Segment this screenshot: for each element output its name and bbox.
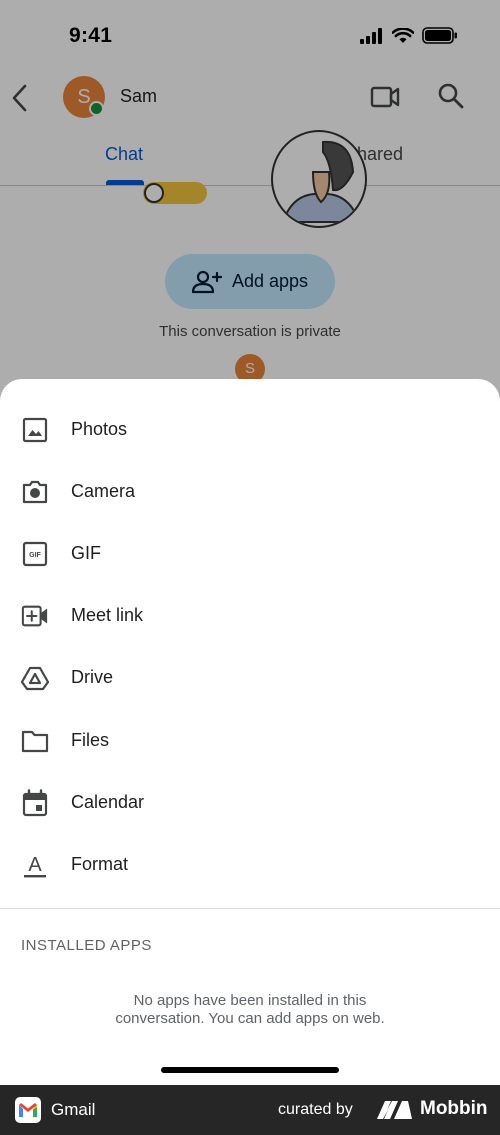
text-format-icon: A — [21, 851, 49, 879]
format-icon-letter: A — [28, 854, 42, 876]
photo-icon — [21, 416, 49, 444]
menu-item-label: Files — [71, 730, 110, 750]
menu-item-label: Camera — [71, 481, 136, 501]
menu-item-meet-link[interactable]: Meet link — [0, 585, 500, 647]
calendar-icon — [21, 789, 49, 817]
menu-item-label: Format — [71, 854, 129, 874]
gif-icon: GIF — [21, 540, 49, 568]
menu-item-label: Meet link — [71, 605, 144, 625]
menu-item-label: Photos — [71, 419, 128, 439]
menu-item-label: GIF — [71, 543, 101, 563]
video-plus-icon — [21, 602, 49, 630]
menu-item-label: Drive — [71, 667, 114, 687]
curated-by-label: curated by — [278, 1101, 353, 1118]
mobbin-logo-icon — [377, 1101, 412, 1119]
attachment-bottom-sheet: Photos Camera GIF GIF Meet link Drive Fi… — [0, 379, 500, 1085]
gmail-logo-icon — [15, 1097, 41, 1123]
gif-icon-text: GIF — [29, 552, 41, 559]
menu-item-camera[interactable]: Camera — [0, 461, 500, 523]
camera-icon — [21, 478, 49, 506]
menu-item-files[interactable]: Files — [0, 710, 500, 772]
installed-apps-empty-message: No apps have been installed in this conv… — [115, 992, 385, 1027]
drive-icon — [21, 664, 49, 692]
menu-item-gif[interactable]: GIF GIF — [0, 523, 500, 585]
menu-item-calendar[interactable]: Calendar — [0, 772, 500, 834]
menu-item-drive[interactable]: Drive — [0, 647, 500, 709]
installed-apps-heading: INSTALLED APPS — [21, 937, 152, 954]
footer-bar: Gmail curated by Mobbin — [0, 1085, 500, 1135]
home-indicator[interactable] — [161, 1067, 339, 1073]
mobbin-brand-name: Mobbin — [420, 1098, 488, 1119]
menu-item-format[interactable]: A Format — [0, 834, 500, 896]
folder-icon — [21, 727, 49, 755]
footer-app-name: Gmail — [51, 1100, 96, 1119]
menu-item-label: Calendar — [71, 792, 145, 812]
section-divider — [0, 908, 500, 909]
menu-item-photos[interactable]: Photos — [0, 399, 500, 461]
